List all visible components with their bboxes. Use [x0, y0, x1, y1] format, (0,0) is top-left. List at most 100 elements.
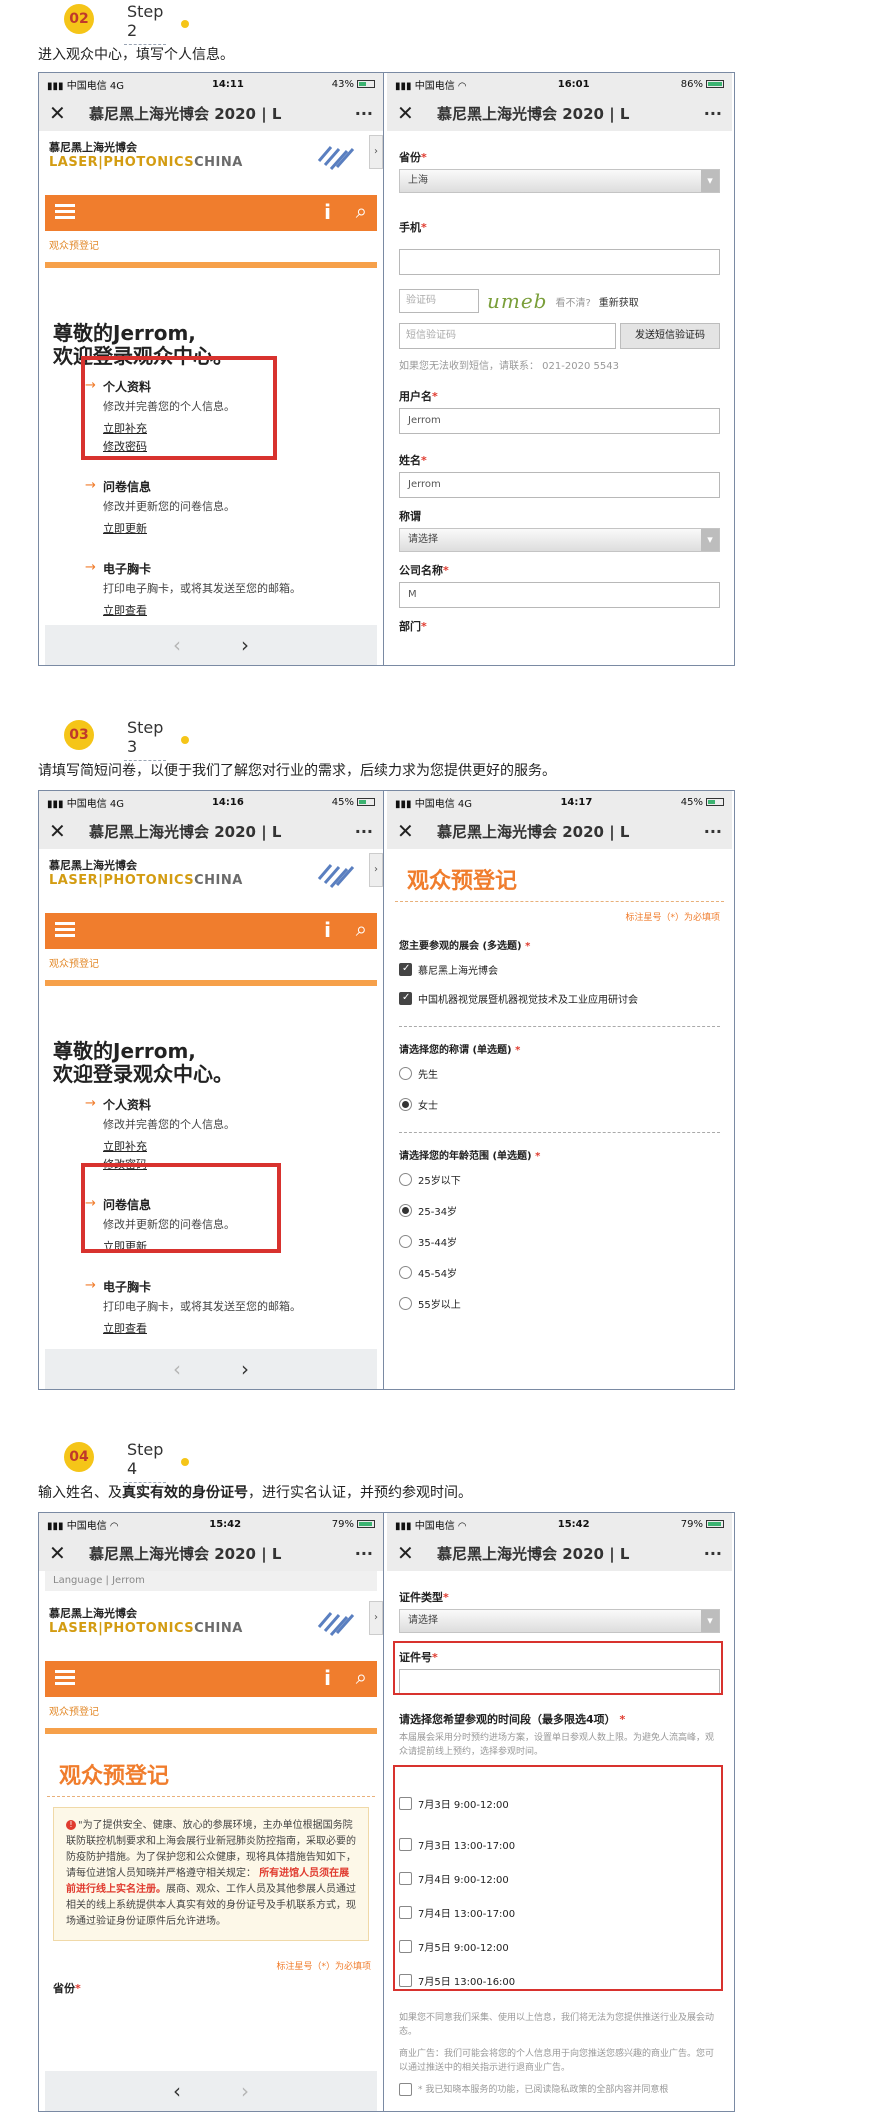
complete-now-link[interactable]: 立即补充 — [103, 1138, 383, 1154]
language-link[interactable]: Language — [53, 1575, 102, 1586]
item-heading: 电子胸卡 — [103, 562, 152, 576]
close-icon[interactable]: ✕ — [397, 1541, 437, 1565]
radio-option[interactable]: 55岁以上 — [387, 1296, 732, 1311]
arrow-right-icon: → — [85, 478, 96, 493]
title-select[interactable]: 请选择 — [399, 528, 720, 552]
network: 4G — [109, 80, 125, 92]
item-heading: 问卷信息 — [103, 480, 152, 494]
radio-option[interactable]: 25岁以下 — [387, 1172, 732, 1187]
menu-icon[interactable] — [55, 204, 75, 222]
sms-row: 短信验证码 发送短信验证码 — [399, 323, 720, 349]
captcha-refresh-link[interactable]: 重新获取 — [599, 294, 639, 309]
expand-tab-icon[interactable]: › — [369, 853, 383, 887]
prev-page-icon[interactable]: ‹ — [173, 1357, 181, 1381]
id-type-select[interactable]: 请选择 — [399, 1609, 720, 1633]
highlight-box — [393, 1765, 723, 1991]
info-icon[interactable]: i — [324, 1666, 331, 1690]
radio-option[interactable]: 45-54岁 — [387, 1265, 732, 1280]
close-icon[interactable]: ✕ — [49, 1541, 89, 1565]
expand-tab-icon[interactable]: › — [369, 1601, 383, 1635]
radio-icon[interactable] — [399, 1067, 412, 1080]
more-icon[interactable]: ··· — [343, 1544, 373, 1563]
radio-option[interactable]: 25-34岁 — [387, 1203, 732, 1218]
radio-selected-icon[interactable] — [399, 1098, 412, 1111]
search-icon[interactable]: ⌕ — [356, 917, 367, 941]
view-now-link[interactable]: 立即查看 — [103, 1320, 383, 1336]
clock: 14:17 — [560, 796, 593, 808]
next-page-icon[interactable]: › — [241, 633, 249, 657]
user-link[interactable]: Jerrom — [112, 1575, 145, 1586]
close-icon[interactable]: ✕ — [49, 819, 89, 843]
more-icon[interactable]: ··· — [343, 104, 373, 123]
info-icon[interactable]: i — [324, 200, 331, 224]
close-icon[interactable]: ✕ — [397, 819, 437, 843]
update-now-link[interactable]: 立即更新 — [103, 520, 383, 536]
step-label: Step 4 — [124, 1440, 167, 1483]
field-label: 手机* — [399, 221, 427, 234]
view-now-link[interactable]: 立即查看 — [103, 602, 383, 618]
sms-code-input[interactable]: 短信验证码 — [399, 323, 616, 349]
radio-icon[interactable] — [399, 1297, 412, 1310]
prev-page-icon[interactable]: ‹ — [173, 633, 181, 657]
province-select[interactable]: 上海 — [399, 169, 720, 193]
status-bar: ▮▮▮ 中国电信 ◠ 15:42 79% — [387, 1513, 732, 1535]
field-label: 请选择您希望参观的时间段（最多限选4项） * — [399, 1713, 626, 1726]
divider — [45, 980, 377, 986]
nav-title: 慕尼黑上海光博会 2020 | L — [437, 104, 630, 123]
send-sms-button[interactable]: 发送短信验证码 — [620, 323, 720, 349]
field-label: 证件类型* — [399, 1591, 449, 1604]
more-icon[interactable]: ··· — [692, 1544, 722, 1563]
status-bar: ▮▮▮ 中国电信 4G 14:17 45% — [387, 791, 732, 813]
radio-icon[interactable] — [399, 1235, 412, 1248]
info-icon[interactable]: i — [324, 918, 331, 942]
username-input[interactable]: Jerrom — [399, 408, 720, 434]
arrow-right-icon: → — [85, 560, 96, 575]
nav-bar: ✕ 慕尼黑上海光博会 2020 | L ··· — [39, 95, 383, 131]
more-icon[interactable]: ··· — [692, 104, 722, 123]
next-page-icon[interactable]: › — [241, 2079, 249, 2103]
phone-input[interactable] — [399, 249, 720, 275]
clock: 15:42 — [209, 1518, 242, 1530]
radio-option[interactable]: 女士 — [387, 1097, 732, 1112]
more-icon[interactable]: ··· — [343, 822, 373, 841]
battery-level: 45% — [680, 796, 703, 808]
nav-bar: ✕ 慕尼黑上海光博会 2020 | L ··· — [39, 813, 383, 849]
prev-page-icon[interactable]: ‹ — [173, 2079, 181, 2103]
checkbox-checked-icon[interactable] — [399, 963, 412, 976]
close-icon[interactable]: ✕ — [397, 101, 437, 125]
required-note: 标注星号（*）为必填项 — [276, 1962, 371, 1972]
logo-row: 慕尼黑上海光博会 LASER|PHOTONICSCHINA › — [39, 131, 383, 195]
radio-icon[interactable] — [399, 1173, 412, 1186]
field-label: 部门* — [399, 620, 427, 633]
item-subtitle: 打印电子胸卡，或将其发送至您的邮箱。 — [103, 582, 301, 595]
step-dot-icon — [181, 1458, 189, 1466]
signal-icon: ▮▮▮ — [395, 80, 412, 92]
name-input[interactable]: Jerrom — [399, 472, 720, 498]
orange-menu-bar: i ⌕ — [45, 195, 377, 231]
phone-left: ▮▮▮ 中国电信 ◠ 15:42 79% ✕ 慕尼黑上海光博会 2020 | L… — [39, 1513, 384, 2111]
carrier: 中国电信 — [66, 80, 107, 92]
expand-tab-icon[interactable]: › — [369, 135, 383, 169]
captcha-image[interactable]: umeb — [487, 289, 547, 313]
radio-option[interactable]: 35-44岁 — [387, 1234, 732, 1249]
captcha-input[interactable]: 验证码 — [399, 289, 479, 313]
radio-selected-icon[interactable] — [399, 1204, 412, 1217]
checkbox-option[interactable]: 中国机器视觉展暨机器视觉技术及工业应用研讨会 — [387, 991, 732, 1006]
checkbox-icon[interactable] — [399, 2083, 412, 2096]
close-icon[interactable]: ✕ — [49, 101, 89, 125]
signal-icon: ▮▮▮ — [395, 798, 412, 810]
menu-icon[interactable] — [55, 1670, 75, 1688]
checkbox-option[interactable]: 慕尼黑上海光博会 — [387, 962, 732, 977]
next-page-icon[interactable]: › — [241, 1357, 249, 1381]
checkbox-checked-icon[interactable] — [399, 992, 412, 1005]
menu-icon[interactable] — [55, 922, 75, 940]
battery-icon — [705, 1519, 724, 1528]
consent-checkbox-row[interactable]: * 我已知晓本服务的功能，已阅读隐私政策的全部内容并同意根 — [399, 2083, 720, 2097]
radio-icon[interactable] — [399, 1266, 412, 1279]
company-input[interactable]: M — [399, 582, 720, 608]
search-icon[interactable]: ⌕ — [356, 1665, 367, 1689]
radio-option[interactable]: 先生 — [387, 1066, 732, 1081]
wifi-icon: ◠ — [109, 1520, 119, 1532]
search-icon[interactable]: ⌕ — [356, 199, 367, 223]
more-icon[interactable]: ··· — [692, 822, 722, 841]
